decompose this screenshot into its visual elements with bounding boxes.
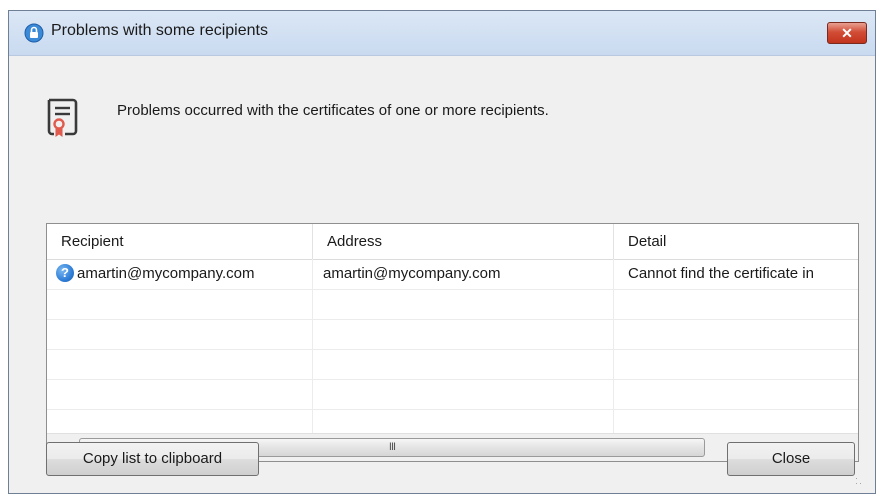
window-title: Problems with some recipients [51, 22, 268, 39]
message-text: Problems occurred with the certificates … [117, 102, 549, 119]
title-bar[interactable]: Problems with some recipients ✕ [9, 11, 875, 56]
close-icon: ✕ [841, 25, 853, 41]
background-edge [0, 0, 8, 498]
table-row-empty [47, 319, 858, 350]
dialog-window: Problems with some recipients ✕ Problems… [8, 10, 876, 494]
detail-cell: Cannot find the certificate in [628, 265, 814, 282]
certificate-document-icon [47, 98, 78, 137]
close-button[interactable]: Close [727, 442, 855, 476]
resize-grip-icon[interactable]: · ·· [855, 474, 863, 488]
lock-icon [24, 23, 44, 43]
dialog-body: Problems occurred with the certificates … [9, 56, 875, 493]
question-icon: ? [56, 263, 74, 282]
recipient-cell: ? amartin@mycompany.com [47, 259, 313, 289]
column-header-address[interactable]: Address [313, 224, 614, 259]
table-header: Recipient Address Detail [47, 224, 858, 260]
column-header-recipient[interactable]: Recipient [47, 224, 313, 259]
recipient-value: amartin@mycompany.com [77, 265, 255, 282]
close-window-button[interactable]: ✕ [827, 22, 867, 44]
table-row-empty [47, 349, 858, 380]
column-header-detail[interactable]: Detail [614, 224, 858, 259]
table-row-empty [47, 289, 858, 320]
recipients-table: Recipient Address Detail ? amartin@mycomp… [46, 223, 859, 462]
copy-list-button[interactable]: Copy list to clipboard [46, 442, 259, 476]
address-cell: amartin@mycompany.com [313, 259, 614, 289]
table-row[interactable]: ? amartin@mycompany.com amartin@mycompany… [47, 259, 858, 290]
table-row-empty [47, 379, 858, 410]
